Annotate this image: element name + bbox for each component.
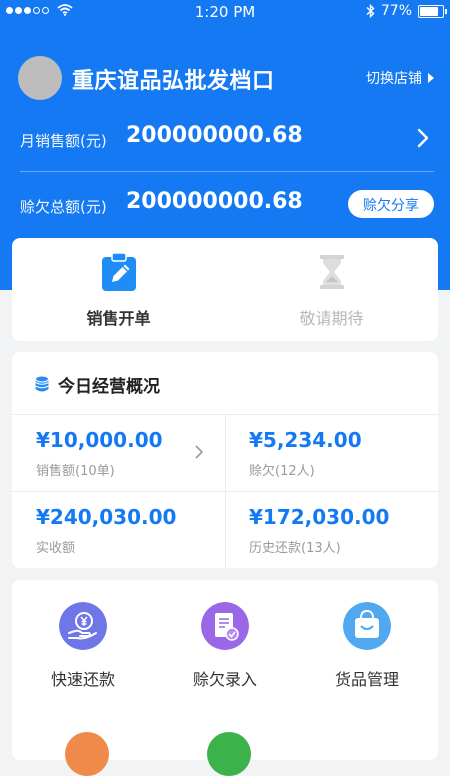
caret-right-icon	[428, 73, 434, 83]
sales-amount-value: ¥10,000.00	[36, 428, 163, 452]
feature-grid-card: 快速还款 赊欠录入 货品管理	[12, 580, 438, 776]
shop-name: 重庆谊品弘批发档口	[72, 69, 275, 94]
quick-repay-label: 快速还款	[50, 670, 115, 689]
credit-amount-label: 赊欠(12人)	[249, 464, 315, 479]
goods-management-button[interactable]: 货品管理	[296, 580, 438, 700]
status-bar: 1:20 PM 77%	[0, 0, 450, 24]
history-repayment-label: 历史还款(13人)	[249, 541, 341, 556]
feature-peek-icon[interactable]	[65, 732, 109, 776]
feature-peek-icon[interactable]	[207, 732, 251, 776]
hourglass-icon	[320, 255, 344, 289]
chevron-right-icon	[195, 445, 204, 459]
overview-title: 今日经营概况	[58, 376, 160, 397]
credit-amount-value: ¥5,234.00	[249, 428, 362, 452]
coming-soon-label: 敬请期待	[299, 309, 364, 328]
sales-order-label: 销售开单	[86, 309, 151, 328]
today-overview-card: 今日经营概况 ¥10,000.00 销售额(10单) ¥5,234.00 赊欠(…	[12, 352, 438, 568]
overview-header: 今日经营概况	[34, 372, 160, 397]
coin-stack-icon	[35, 375, 49, 392]
total-credit-row: 赊欠总额(元) 200000000.68 赊欠分享	[20, 187, 434, 221]
received-amount-label: 实收额	[36, 541, 76, 556]
received-amount-value: ¥240,030.00	[36, 505, 177, 529]
bluetooth-icon	[366, 4, 375, 18]
total-credit-value: 200000000.68	[126, 189, 303, 214]
coming-soon-button: 敬请期待	[225, 238, 438, 341]
history-repayment-cell[interactable]: ¥172,030.00 历史还款(13人)	[225, 491, 438, 568]
sales-order-button[interactable]: 销售开单	[12, 238, 225, 341]
document-check-icon	[201, 602, 249, 650]
battery-percent: 77%	[380, 3, 412, 19]
sales-amount-label: 销售额(10单)	[36, 464, 115, 479]
quick-repay-button[interactable]: 快速还款	[12, 580, 154, 700]
avatar[interactable]	[18, 56, 62, 100]
shopping-bag-icon	[343, 602, 391, 650]
header-divider	[20, 171, 434, 172]
chevron-right-icon[interactable]	[412, 127, 434, 149]
sales-amount-cell[interactable]: ¥10,000.00 销售额(10单)	[12, 414, 225, 491]
total-credit-label: 赊欠总额(元)	[20, 198, 107, 216]
credit-entry-label: 赊欠录入	[192, 670, 257, 689]
switch-shop-button[interactable]: 切换店铺	[366, 68, 434, 88]
quick-action-card: 销售开单 敬请期待	[12, 238, 438, 341]
battery-icon	[418, 4, 447, 18]
credit-share-button[interactable]: 赊欠分享	[348, 190, 434, 218]
monthly-sales-value: 200000000.68	[126, 123, 303, 148]
monthly-sales-row[interactable]: 月销售额(元) 200000000.68	[20, 121, 434, 155]
credit-amount-cell[interactable]: ¥5,234.00 赊欠(12人)	[225, 414, 438, 491]
shop-row: 重庆谊品弘批发档口 切换店铺	[18, 56, 434, 100]
monthly-sales-label: 月销售额(元)	[20, 132, 107, 150]
history-repayment-value: ¥172,030.00	[249, 505, 390, 529]
received-amount-cell[interactable]: ¥240,030.00 实收额	[12, 491, 225, 568]
credit-entry-button[interactable]: 赊欠录入	[154, 580, 296, 700]
yen-hand-icon	[59, 602, 107, 650]
goods-management-label: 货品管理	[334, 670, 399, 689]
clipboard-pen-icon	[102, 252, 136, 291]
switch-shop-label: 切换店铺	[366, 71, 422, 87]
